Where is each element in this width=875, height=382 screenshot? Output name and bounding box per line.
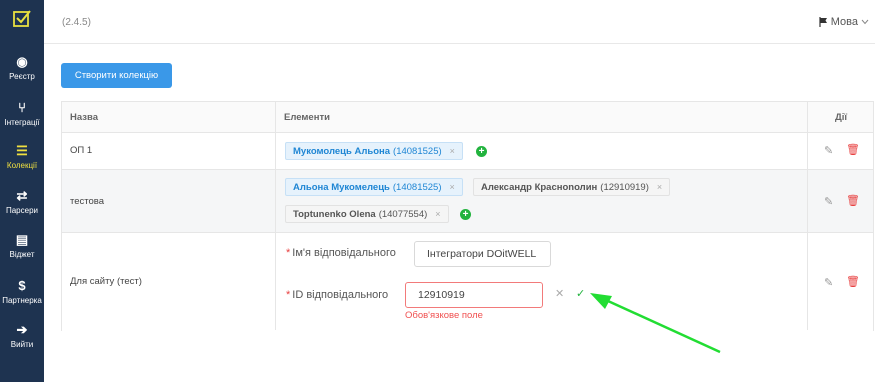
annotation-arrow	[590, 293, 721, 354]
